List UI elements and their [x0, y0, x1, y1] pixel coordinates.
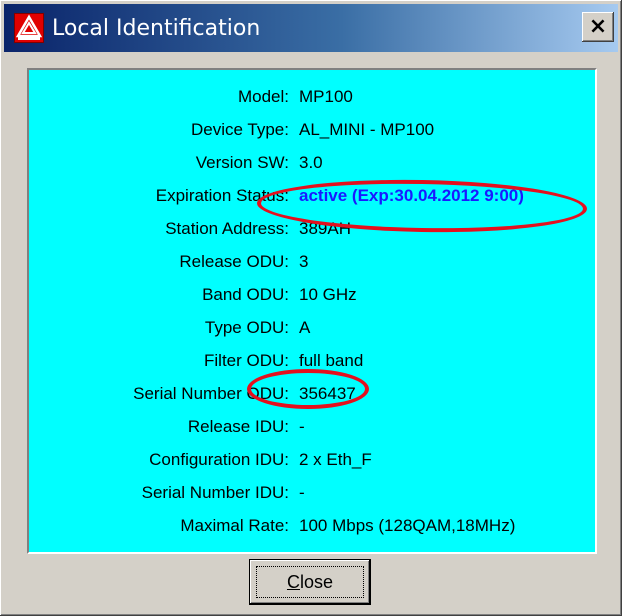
field-value: A	[299, 318, 311, 337]
field-value: 2 x Eth_F	[299, 450, 372, 469]
field-row-device-type: Device Type: AL_MINI - MP100	[29, 115, 595, 145]
field-value: -	[299, 483, 305, 502]
field-value: 3	[299, 252, 309, 271]
close-window-icon[interactable]: ×	[582, 12, 614, 42]
identification-panel: Model: MP100 Device Type: AL_MINI - MP10…	[27, 68, 597, 554]
field-value: 3.0	[299, 153, 323, 172]
field-row-model: Model: MP100	[29, 82, 595, 112]
focus-rectangle	[256, 566, 364, 598]
title-bar[interactable]: Local Identification ×	[4, 4, 618, 52]
field-row-serial-number-idu: Serial Number IDU: -	[29, 478, 595, 508]
field-label: Version SW:	[195, 153, 289, 172]
field-label: Configuration IDU:	[149, 450, 289, 469]
field-label: Model:	[237, 87, 289, 106]
field-label: Type ODU:	[204, 318, 289, 337]
field-value: MP100	[299, 87, 353, 106]
field-row-configuration-idu: Configuration IDU: 2 x Eth_F	[29, 445, 595, 475]
field-label: Release ODU:	[179, 252, 289, 271]
window-title: Local Identification	[52, 16, 261, 41]
field-row-band-odu: Band ODU: 10 GHz	[29, 280, 595, 310]
field-label: Band ODU:	[202, 285, 289, 304]
field-row-version-sw: Version SW: 3.0	[29, 148, 595, 178]
field-row-type-odu: Type ODU: A	[29, 313, 595, 343]
dialog-window: Local Identification × Model: MP100 Devi…	[0, 0, 622, 616]
field-row-release-odu: Release ODU: 3	[29, 247, 595, 277]
field-value: -	[299, 417, 305, 436]
annotation-ellipse-serial	[247, 369, 369, 409]
field-label: Station Address:	[165, 219, 289, 238]
field-row-release-idu: Release IDU: -	[29, 412, 595, 442]
field-value: 10 GHz	[299, 285, 357, 304]
field-row-maximal-rate: Maximal Rate: 100 Mbps (128QAM,18MHz)	[29, 511, 595, 541]
field-value: 100 Mbps (128QAM,18MHz)	[299, 516, 516, 535]
field-value: AL_MINI - MP100	[299, 120, 435, 139]
app-logo-icon	[14, 13, 44, 43]
close-button[interactable]: Close	[250, 560, 370, 604]
field-label: Device Type:	[191, 120, 289, 139]
field-label: Release IDU:	[187, 417, 289, 436]
field-label: Serial Number IDU:	[141, 483, 289, 502]
field-label: Maximal Rate:	[180, 516, 289, 535]
